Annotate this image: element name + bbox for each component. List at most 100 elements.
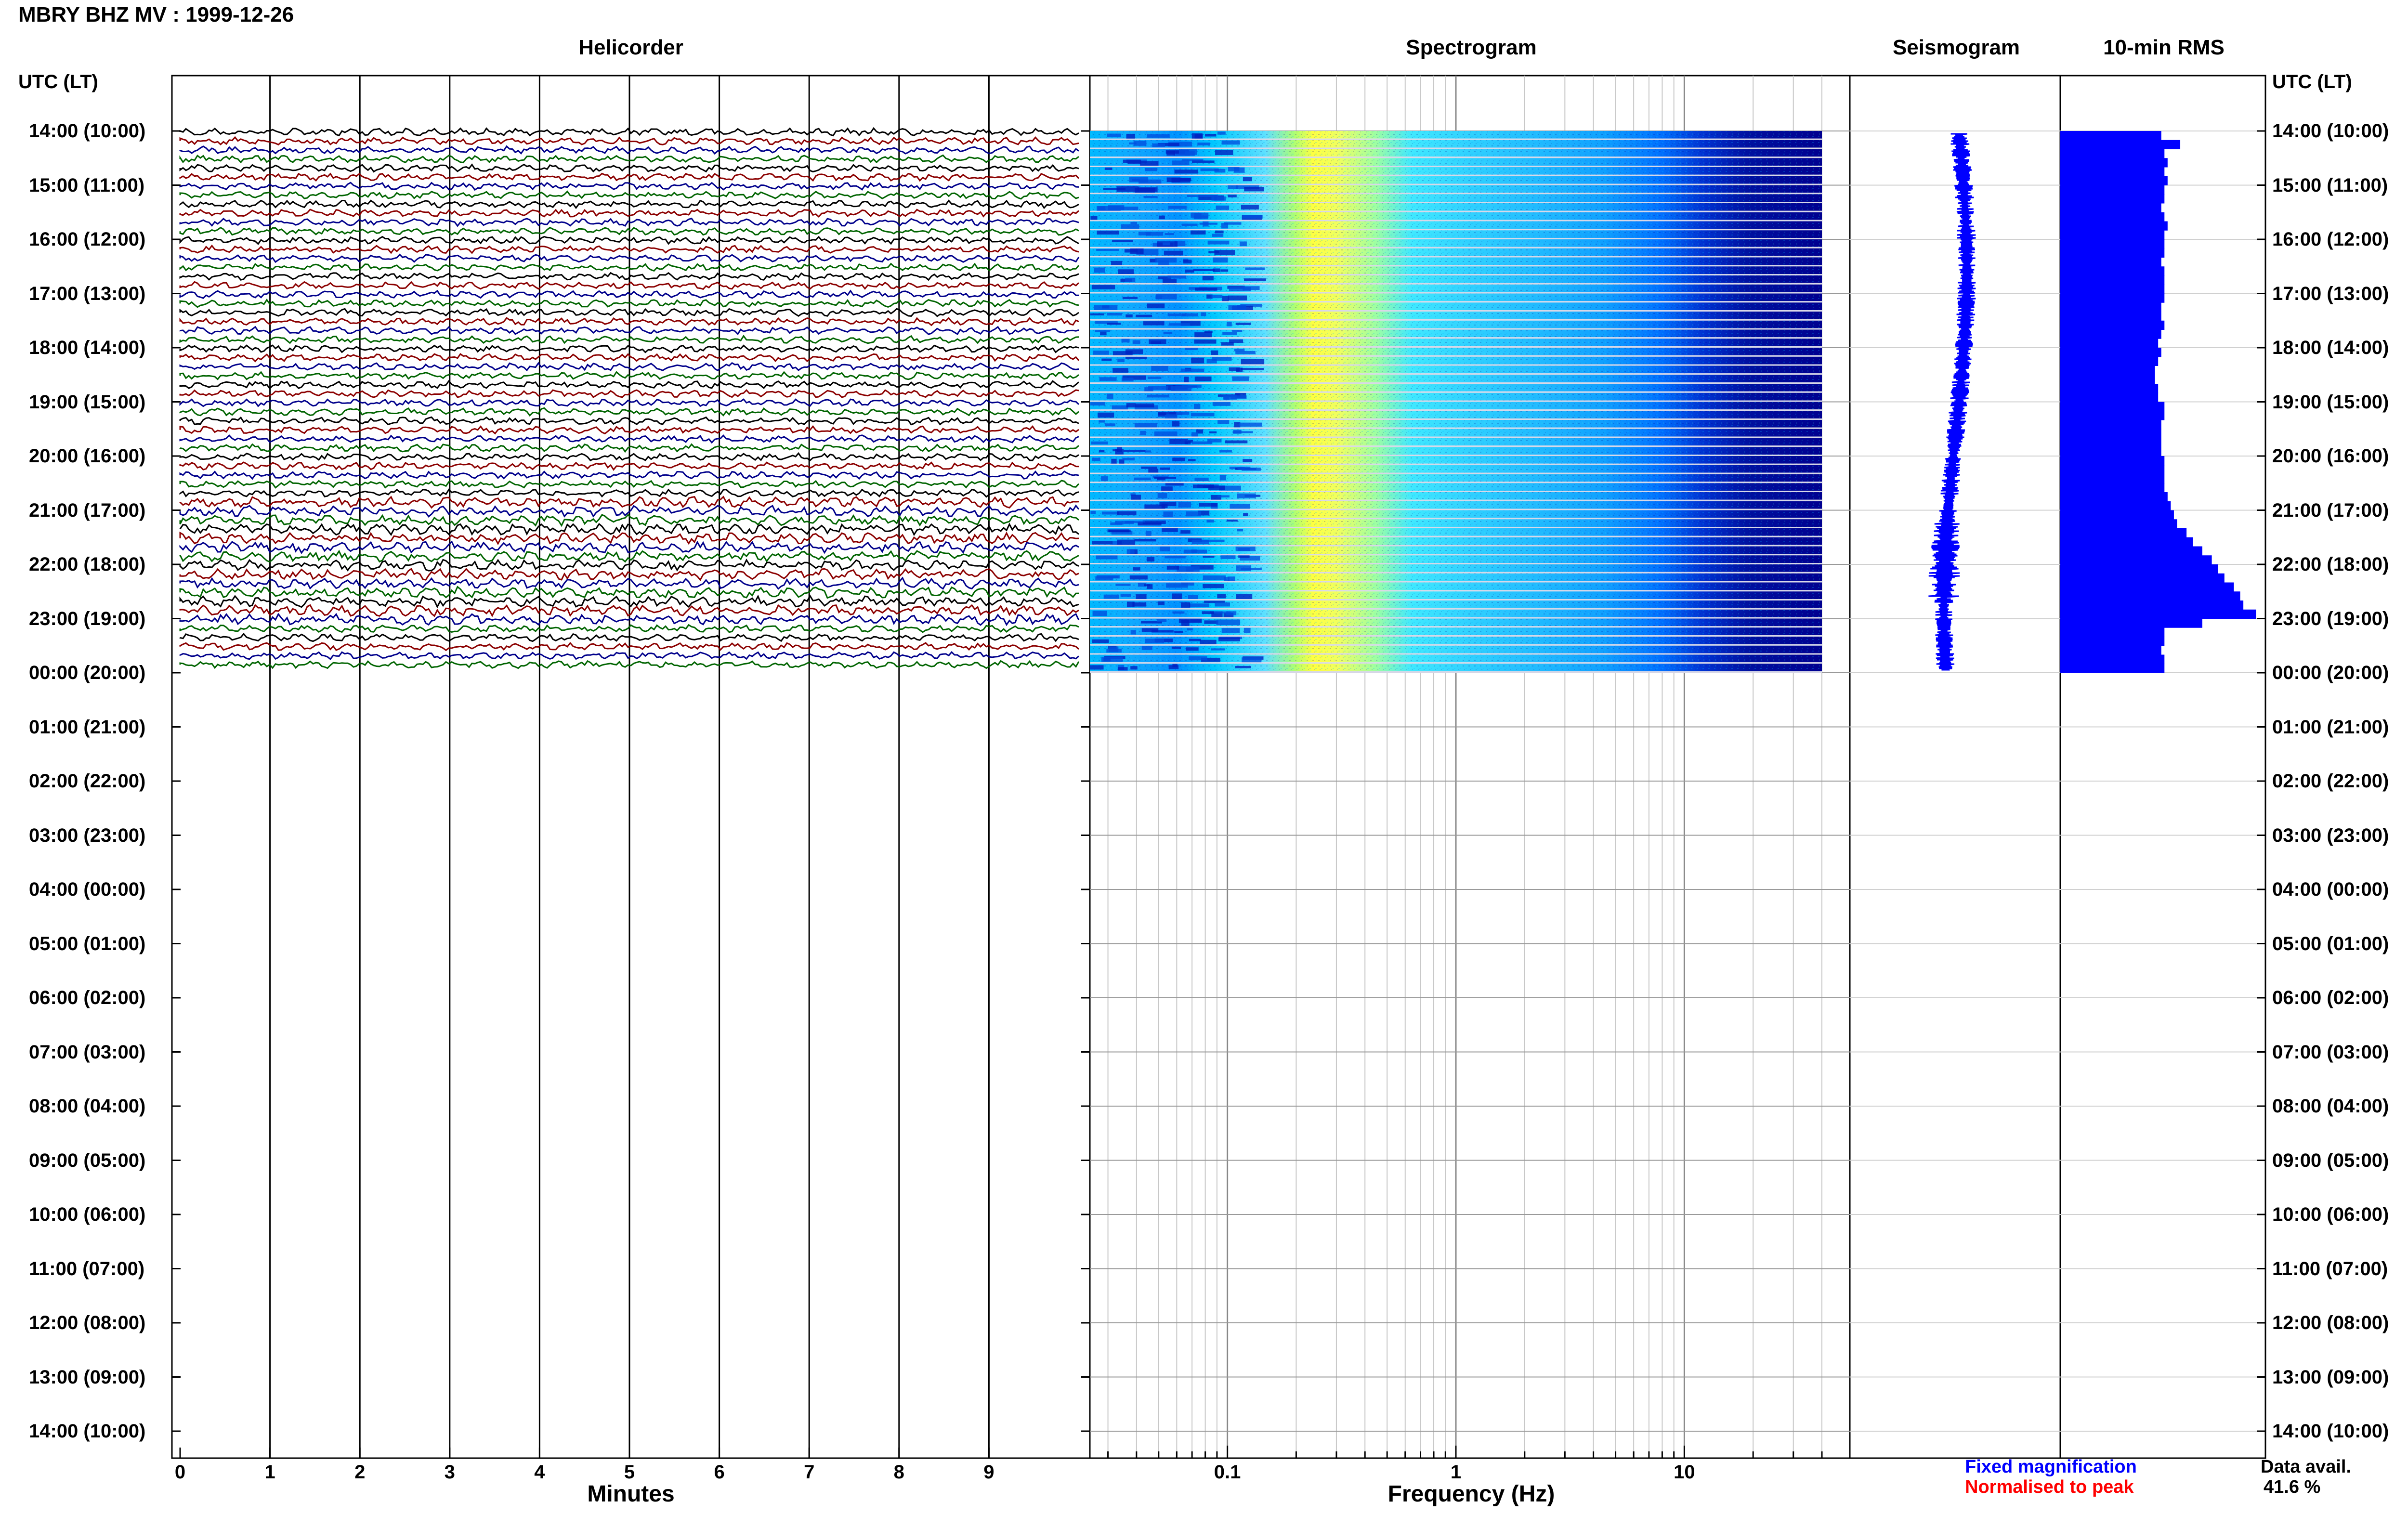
- spectrogram-feature: [1096, 575, 1120, 579]
- plot-canvas: [171, 75, 2266, 1459]
- spectrogram-row-texture: [1090, 591, 1822, 599]
- spectrogram-feature: [1120, 594, 1131, 597]
- spectrogram-feature: [1112, 449, 1118, 452]
- spectrogram-feature: [1217, 420, 1230, 424]
- spectrogram-feature: [1203, 556, 1215, 558]
- spectrogram-feature: [1151, 365, 1168, 371]
- spectrogram-feature: [1132, 340, 1140, 344]
- spectrogram-row-texture: [1090, 203, 1822, 211]
- spectrogram-feature: [1191, 539, 1209, 545]
- spectrogram-feature: [1159, 546, 1170, 551]
- spectrogram-feature: [1179, 178, 1191, 182]
- spectrogram-feature: [1185, 348, 1198, 351]
- spectrogram-feature: [1152, 630, 1174, 633]
- spectrogram-gap: [1090, 400, 1822, 402]
- seismogram-title: Seismogram: [1892, 36, 2020, 59]
- spectrogram-gap: [1090, 617, 1822, 619]
- spectrogram-feature: [1234, 349, 1245, 352]
- spectrogram-feature: [1242, 657, 1262, 663]
- spectrogram-feature: [1090, 510, 1096, 514]
- time-label-right: 14:00 (10:00): [2272, 1421, 2389, 1442]
- spectrogram-row-texture: [1090, 167, 1822, 175]
- spectrogram-gap: [1090, 256, 1822, 258]
- spectrogram-gap: [1090, 202, 1822, 203]
- time-label-right: 16:00 (12:00): [2272, 229, 2389, 250]
- spectrogram-feature: [1145, 639, 1165, 644]
- time-label-left: 01:00 (21:00): [29, 716, 146, 738]
- time-label-right: 18:00 (14:00): [2272, 337, 2389, 358]
- spectrogram-feature: [1232, 376, 1249, 381]
- rms-bar: [2060, 573, 2225, 583]
- time-label-left: 10:00 (06:00): [29, 1204, 146, 1225]
- time-label-right: 02:00 (22:00): [2272, 770, 2389, 792]
- rms-bar: [2060, 510, 2174, 520]
- spectrogram-gap: [1090, 247, 1822, 248]
- spectrogram-row-texture: [1090, 176, 1822, 184]
- spectrogram-row-texture: [1090, 492, 1822, 500]
- time-label-left: 16:00 (12:00): [29, 229, 146, 250]
- spectrogram-feature: [1147, 394, 1169, 398]
- rms-bar: [2060, 312, 2161, 321]
- rms-bar: [2060, 519, 2177, 529]
- spectrogram-row-texture: [1090, 645, 1822, 653]
- spectrogram-feature: [1100, 331, 1107, 336]
- spectrogram-feature: [1213, 257, 1228, 263]
- spectrogram-feature: [1194, 477, 1209, 481]
- spectrogram-gap: [1090, 427, 1822, 429]
- spectrogram-row-texture: [1090, 664, 1822, 671]
- utc-header-left: UTC (LT): [18, 71, 98, 92]
- spectrogram-feature: [1207, 240, 1230, 245]
- time-label-left: 12:00 (08:00): [29, 1312, 146, 1333]
- spectrogram-feature: [1094, 305, 1118, 310]
- spectrogram-feature: [1235, 666, 1251, 668]
- rms-bar: [2060, 501, 2171, 510]
- rms-bar: [2060, 293, 2165, 303]
- spectrogram-feature: [1139, 179, 1162, 184]
- spectrogram-feature: [1115, 584, 1131, 586]
- time-label-right: 09:00 (05:00): [2272, 1149, 2389, 1171]
- spectrogram-feature: [1202, 611, 1214, 614]
- spectrogram-feature: [1101, 511, 1119, 515]
- spectrogram-feature: [1174, 630, 1184, 633]
- rms-bar: [2060, 654, 2165, 664]
- spectrogram-feature: [1133, 141, 1147, 146]
- time-label-right: 13:00 (09:00): [2272, 1366, 2389, 1388]
- data-avail-label: Data avail.: [2261, 1457, 2351, 1477]
- spectrogram-feature: [1172, 664, 1178, 667]
- spectrogram-feature: [1134, 423, 1157, 428]
- spectrogram-feature: [1123, 159, 1141, 163]
- spectrogram-feature: [1126, 133, 1135, 139]
- spectrogram-feature: [1172, 160, 1190, 165]
- spectrogram-feature: [1169, 439, 1188, 444]
- time-label-left: 18:00 (14:00): [29, 337, 146, 358]
- spectrogram-feature: [1101, 476, 1108, 481]
- rms-bar: [2060, 637, 2165, 646]
- spectrogram-feature: [1117, 358, 1125, 363]
- spectrogram-feature: [1194, 212, 1202, 219]
- spectrogram-gap: [1090, 238, 1822, 239]
- spectrogram-gap: [1090, 662, 1822, 664]
- rms-bar: [2060, 456, 2165, 466]
- spectrogram-feature: [1181, 384, 1202, 388]
- rms-bar: [2060, 212, 2165, 222]
- spectrogram-row-texture: [1090, 465, 1822, 473]
- spectrogram-gap: [1090, 418, 1822, 420]
- helicorder-xtick-label: 5: [624, 1462, 635, 1483]
- rms-bar: [2060, 149, 2165, 158]
- spectrogram-feature: [1163, 242, 1170, 246]
- spectrogram-feature: [1184, 377, 1189, 382]
- spectrogram-feature: [1191, 432, 1198, 438]
- rms-bar: [2060, 194, 2165, 204]
- time-label-left: 17:00 (13:00): [29, 283, 146, 304]
- rms-bar: [2060, 176, 2168, 185]
- spectrogram-gap: [1090, 157, 1822, 158]
- spectrogram-feature: [1093, 351, 1110, 355]
- spectrogram-feature: [1122, 457, 1135, 461]
- rms-bar: [2060, 492, 2168, 502]
- time-label-left: 22:00 (18:00): [29, 554, 146, 575]
- spectrogram-feature: [1141, 466, 1158, 469]
- time-label-right: 05:00 (01:00): [2272, 933, 2389, 954]
- spectrogram-feature: [1125, 349, 1143, 354]
- spectrogram-feature: [1126, 549, 1135, 554]
- spectrogram-xtick-label: 1: [1450, 1462, 1462, 1483]
